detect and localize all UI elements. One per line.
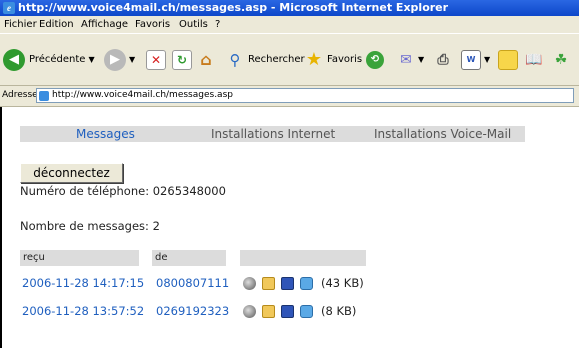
forward-button[interactable]: ▶ ▼ <box>104 34 135 85</box>
messenger-button[interactable]: ☘ <box>552 34 570 85</box>
window-left-border <box>0 107 2 348</box>
search-button[interactable]: ⚲ Rechercher <box>226 34 305 85</box>
header-received: reçu <box>20 250 139 266</box>
nav-installations-internet[interactable]: Installations Internet <box>211 126 335 142</box>
star-icon: ★ <box>305 49 323 70</box>
favorites-button[interactable]: ★ Favoris <box>305 34 362 85</box>
menu-edition[interactable]: Edition <box>39 16 74 33</box>
mail-icon: ✉ <box>400 51 412 68</box>
address-bar: Adresse http://www.voice4mail.ch/message… <box>0 86 579 107</box>
mail-dropdown-icon: ▼ <box>418 55 425 64</box>
message-1-received[interactable]: 2006-11-28 14:17:15 <box>22 276 144 290</box>
message-1-size: (43 KB) <box>321 276 364 290</box>
message-1-actions: (43 KB) <box>243 276 364 290</box>
menu-bar: Fichier Edition Affichage Favoris Outils… <box>0 16 579 34</box>
home-icon: ⌂ <box>200 50 212 69</box>
play-speaker-icon[interactable] <box>243 276 256 290</box>
back-button[interactable]: ◀ Précédente ▼ <box>3 34 95 85</box>
logout-button[interactable]: déconnectez <box>20 163 123 183</box>
nav-installations-voicemail[interactable]: Installations Voice-Mail <box>374 126 511 142</box>
message-1-from[interactable]: 0800807111 <box>156 276 229 290</box>
standard-toolbar: ◀ Précédente ▼ ▶ ▼ ✕ ↻ ⌂ ⚲ Rechercher ★ … <box>0 34 579 86</box>
forward-arrow-icon: ▶ <box>104 48 126 71</box>
open-folder-icon[interactable] <box>262 276 275 290</box>
print-button[interactable]: ⎙ <box>434 34 452 85</box>
menu-affichage[interactable]: Affichage <box>81 16 128 33</box>
address-label: Adresse <box>2 90 38 100</box>
message-count: Nombre de messages: 2 <box>20 219 160 233</box>
window-title-bar[interactable]: e http://www.voice4mail.ch/messages.asp … <box>0 0 579 16</box>
search-icon: ⚲ <box>229 50 241 69</box>
edit-button[interactable]: W ▼ <box>461 34 490 85</box>
header-from: de <box>152 250 226 266</box>
email-forward-icon[interactable] <box>300 304 313 318</box>
open-folder-icon[interactable] <box>262 304 275 318</box>
nav-messages[interactable]: Messages <box>76 126 135 142</box>
back-arrow-icon: ◀ <box>3 48 25 71</box>
menu-help[interactable]: ? <box>215 16 220 33</box>
home-button[interactable]: ⌂ <box>197 34 215 85</box>
menu-favoris[interactable]: Favoris <box>135 16 170 33</box>
menu-outils[interactable]: Outils <box>179 16 208 33</box>
internet-explorer-icon: e <box>3 2 15 14</box>
message-2-size: (8 KB) <box>321 304 357 318</box>
back-dropdown-icon: ▼ <box>88 55 95 64</box>
edit-dropdown-icon: ▼ <box>484 55 491 64</box>
history-button[interactable]: ⟲ <box>366 34 384 85</box>
save-floppy-icon[interactable] <box>281 304 294 318</box>
research-icon: 📖 <box>525 51 543 68</box>
stop-button[interactable]: ✕ <box>146 34 166 85</box>
page-icon <box>39 91 49 101</box>
address-input[interactable]: http://www.voice4mail.ch/messages.asp <box>36 88 574 103</box>
history-icon: ⟲ <box>366 50 384 69</box>
window-title: http://www.voice4mail.ch/messages.asp - … <box>18 1 449 14</box>
word-edit-icon: W <box>461 49 481 70</box>
messenger-icon: ☘ <box>554 51 568 68</box>
email-forward-icon[interactable] <box>300 276 313 290</box>
mail-button[interactable]: ✉ ▼ <box>397 34 424 85</box>
address-url: http://www.voice4mail.ch/messages.asp <box>52 90 233 100</box>
stop-icon: ✕ <box>146 49 166 70</box>
notes-icon <box>498 49 518 70</box>
refresh-icon: ↻ <box>172 49 192 70</box>
phone-number: Numéro de téléphone: 0265348000 <box>20 184 226 198</box>
research-button[interactable]: 📖 <box>525 34 543 85</box>
header-actions <box>240 250 366 266</box>
message-2-from[interactable]: 0269192323 <box>156 304 229 318</box>
printer-icon: ⎙ <box>437 51 449 68</box>
play-speaker-icon[interactable] <box>243 304 256 318</box>
message-2-received[interactable]: 2006-11-28 13:57:52 <box>22 304 144 318</box>
message-2-actions: (8 KB) <box>243 304 356 318</box>
forward-dropdown-icon: ▼ <box>129 55 136 64</box>
discuss-button[interactable] <box>498 34 518 85</box>
refresh-button[interactable]: ↻ <box>172 34 192 85</box>
menu-fichier[interactable]: Fichier <box>4 16 37 33</box>
save-floppy-icon[interactable] <box>281 276 294 290</box>
